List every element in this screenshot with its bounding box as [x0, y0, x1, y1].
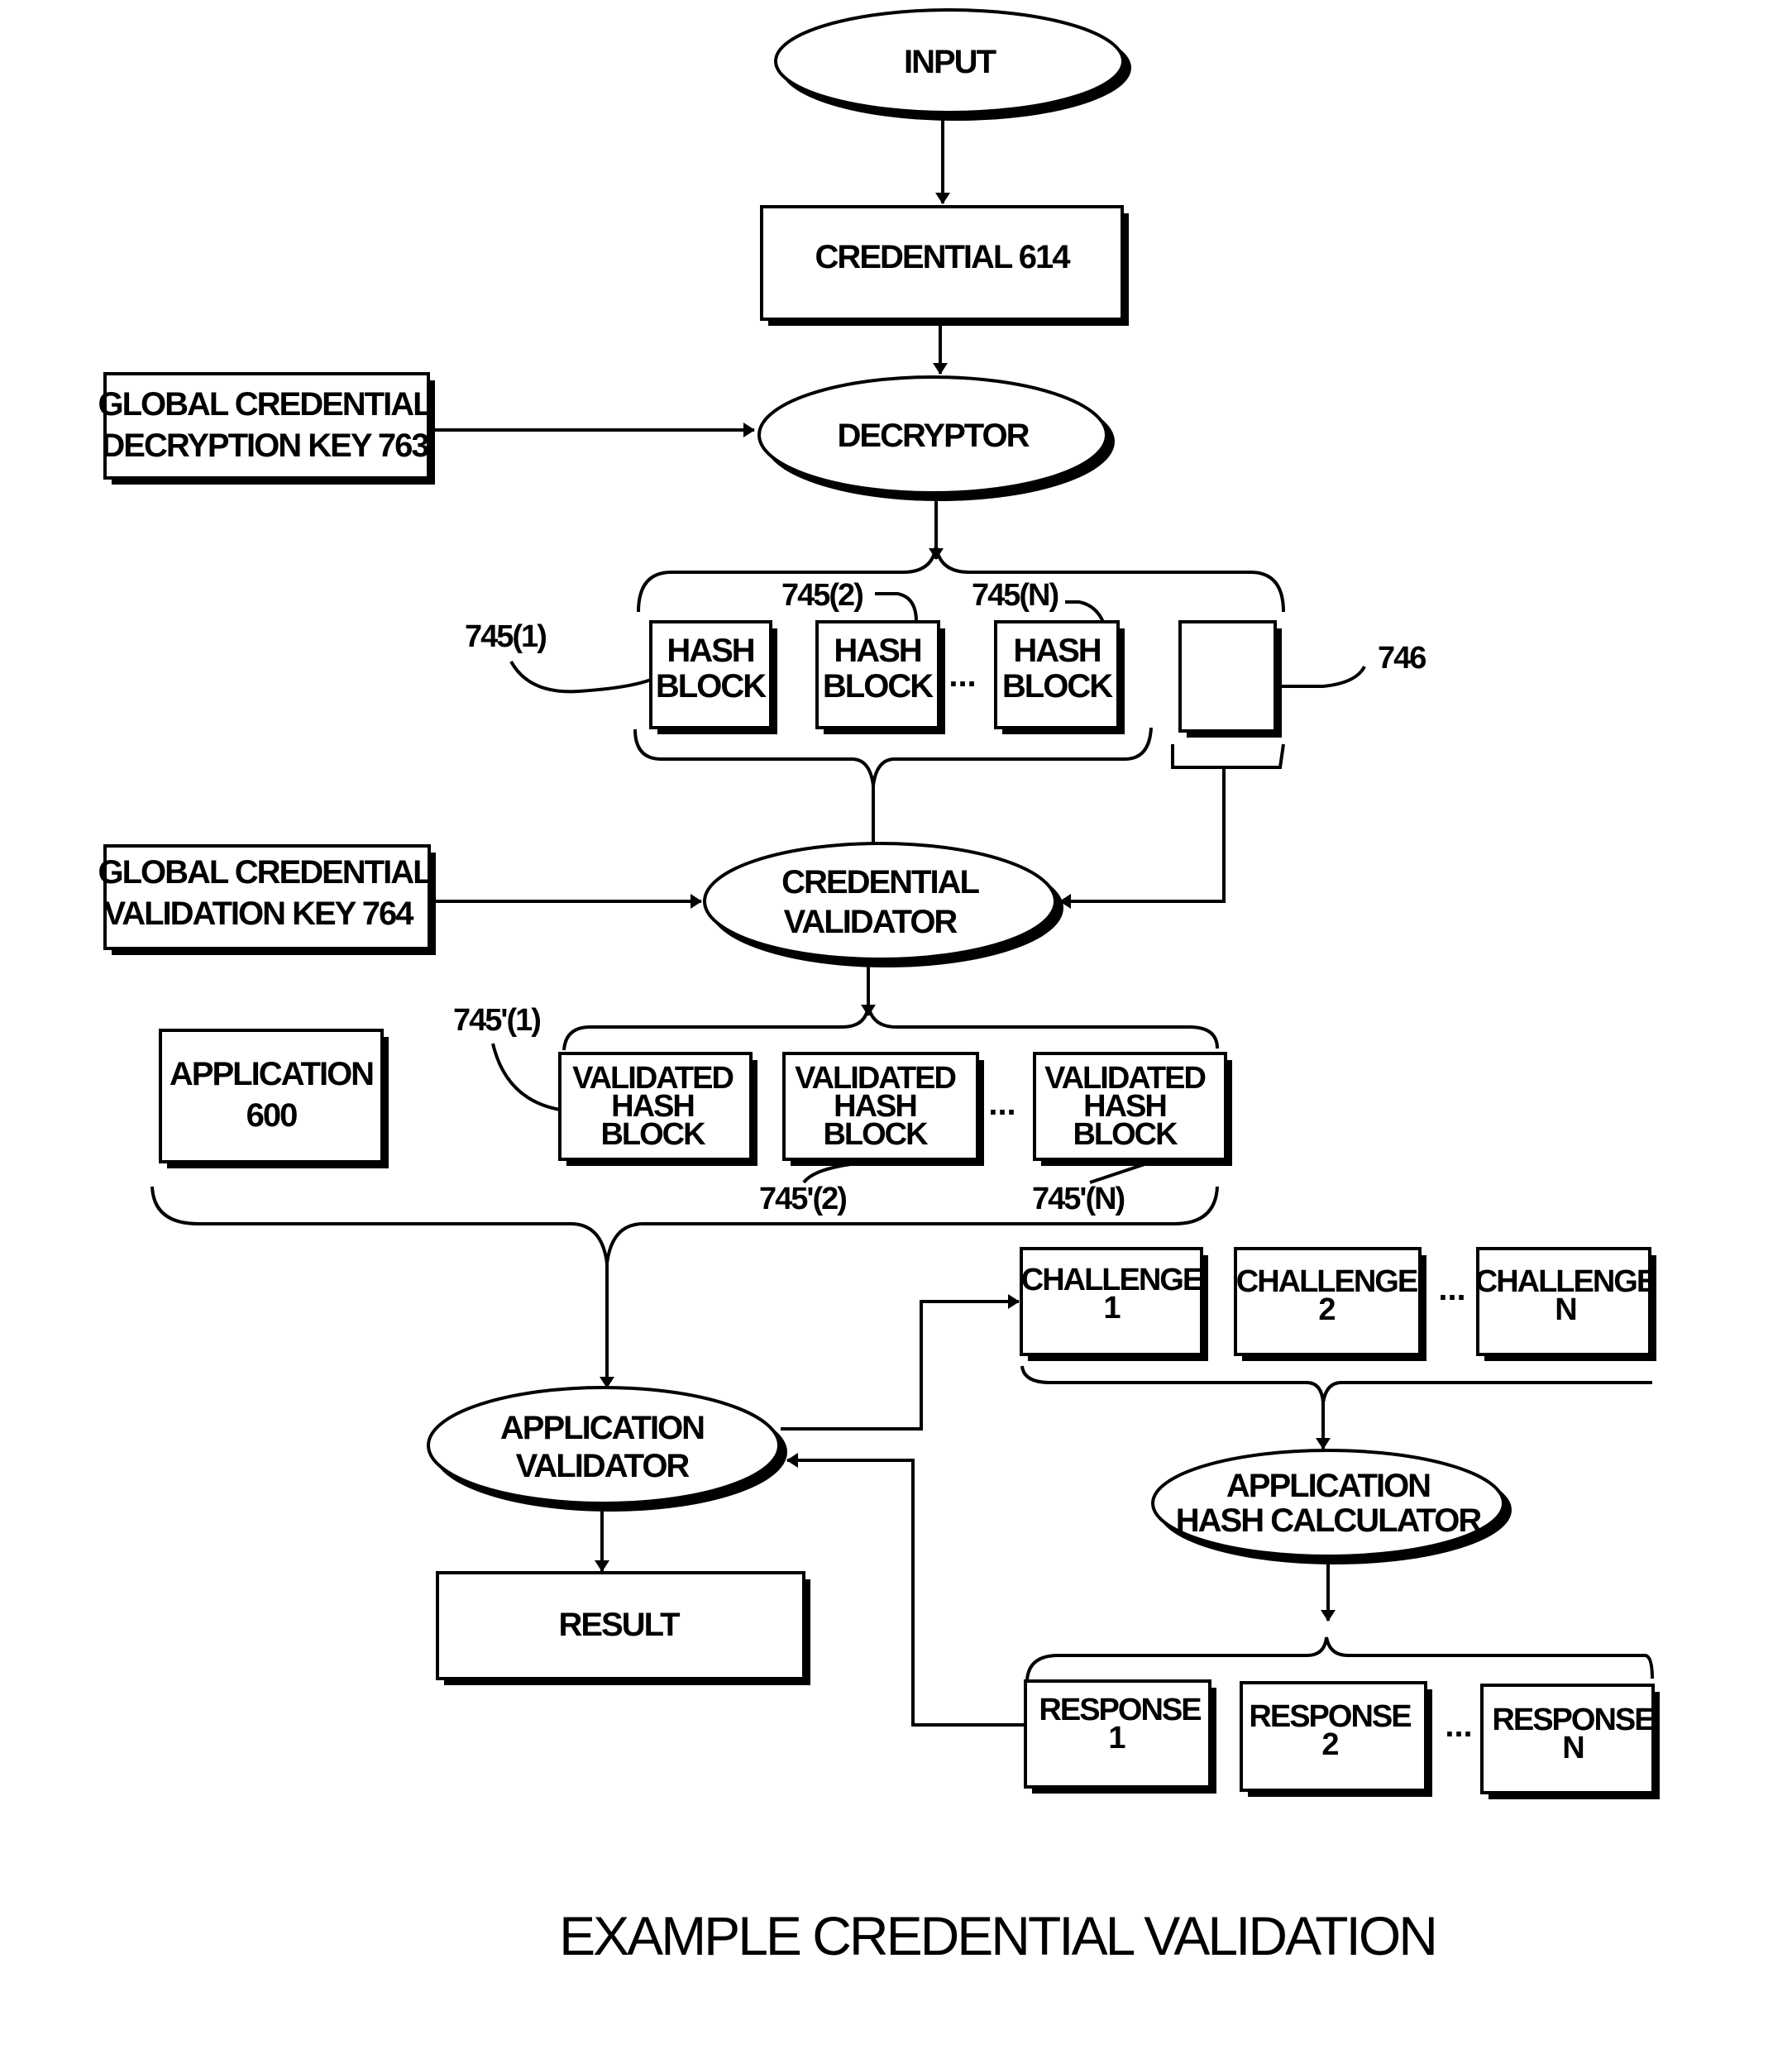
hash-block-n: HASH BLOCK	[994, 620, 1125, 734]
application-validator-line2: VALIDATOR	[516, 1448, 691, 1484]
leader-745-1	[509, 661, 652, 694]
leader-745-2	[875, 592, 918, 623]
credential-node: CREDENTIAL 614	[760, 205, 1129, 326]
validated-hash-block-n: VALIDATED HASH BLOCK	[1033, 1052, 1232, 1166]
challenge-n-line2: N	[1555, 1292, 1575, 1327]
challenge-2: CHALLENGE 2	[1234, 1247, 1426, 1361]
application-line1: APPLICATION	[170, 1056, 373, 1092]
arrow-response-to-app-validator	[786, 1453, 1025, 1727]
application-600-node: APPLICATION 600	[159, 1029, 389, 1168]
application-line2: 600	[246, 1097, 297, 1134]
ref-745-1: 745(1)	[465, 619, 546, 654]
leader-745p-1	[491, 1043, 561, 1111]
brace-hash-blocks	[633, 727, 1153, 786]
hash-block-2-line1: HASH	[834, 633, 920, 669]
brace-challenges	[1020, 1365, 1652, 1403]
result-label: RESULT	[558, 1607, 680, 1643]
ref-745-2: 745(2)	[781, 578, 863, 613]
figure-title: EXAMPLE CREDENTIAL VALIDATION	[559, 1905, 1436, 1966]
signature-block-746	[1178, 620, 1282, 738]
ref-745p-1: 745'(1)	[453, 1003, 540, 1038]
hash-calculator-line2: HASH CALCULATOR	[1176, 1502, 1483, 1539]
application-validator-line1: APPLICATION	[500, 1410, 704, 1446]
hash-calculator-line1: APPLICATION	[1226, 1468, 1430, 1504]
challenge-n: CHALLENGE N	[1475, 1247, 1658, 1361]
response-2-line2: 2	[1321, 1727, 1338, 1762]
leader-745-n	[1065, 600, 1105, 623]
hash-block-1-line1: HASH	[667, 633, 753, 669]
challenge-1: CHALLENGE 1	[1020, 1247, 1208, 1361]
decryptor-node: DECRYPTOR	[757, 375, 1115, 501]
hash-block-n-line1: HASH	[1013, 633, 1100, 669]
leader-746	[1277, 665, 1366, 688]
response-n-line2: N	[1562, 1731, 1583, 1765]
validated-hash-block-1: VALIDATED HASH BLOCK	[558, 1052, 757, 1166]
hash-block-2: HASH BLOCK	[815, 620, 945, 734]
application-hash-calculator-node: APPLICATION HASH CALCULATOR	[1151, 1449, 1512, 1564]
application-validator-node: APPLICATION VALIDATOR	[427, 1386, 787, 1512]
response-n: RESPONSE N	[1480, 1684, 1660, 1799]
response-2: RESPONSE 2	[1240, 1681, 1432, 1797]
validated-2-line3: BLOCK	[823, 1117, 929, 1152]
challenge-1-line2: 1	[1103, 1291, 1121, 1326]
brace-decrypted-blocks	[637, 545, 1285, 613]
credential-label: CREDENTIAL 614	[815, 239, 1072, 275]
validated-1-line3: BLOCK	[600, 1117, 706, 1152]
brace-responses	[1025, 1636, 1654, 1681]
brace-signature-block	[1171, 743, 1285, 769]
arrow-signature-to-validator	[1059, 767, 1226, 909]
hash-blocks-ellipsis: ...	[949, 657, 976, 694]
arrow-app-validator-to-challenge	[781, 1294, 1020, 1431]
ref-746: 746	[1378, 641, 1426, 676]
validation-key-line2: VALIDATION KEY 764	[104, 896, 415, 932]
validated-blocks-ellipsis: ...	[988, 1086, 1015, 1122]
challenges-ellipsis: ...	[1438, 1271, 1465, 1307]
hash-block-1-line2: BLOCK	[656, 668, 767, 705]
input-node: INPUT	[774, 8, 1131, 121]
hash-block-2-line2: BLOCK	[823, 668, 934, 705]
result-node: RESULT	[436, 1571, 810, 1685]
credential-validator-node: CREDENTIAL VALIDATOR	[703, 842, 1063, 967]
input-label: INPUT	[904, 44, 996, 80]
hash-block-n-line2: BLOCK	[1002, 668, 1113, 705]
validated-hash-block-2: VALIDATED HASH BLOCK	[782, 1052, 984, 1166]
decryption-key-line1: GLOBAL CREDENTIAL	[98, 386, 432, 423]
hash-block-1: HASH BLOCK	[649, 620, 777, 734]
ref-745p-n: 745'(N)	[1032, 1182, 1125, 1216]
credential-validator-line1: CREDENTIAL	[781, 864, 979, 900]
credential-validator-line2: VALIDATOR	[784, 904, 958, 940]
ref-745p-2: 745'(2)	[759, 1182, 846, 1216]
global-validation-key-node: GLOBAL CREDENTIAL VALIDATION KEY 764	[98, 844, 436, 955]
challenge-2-line2: 2	[1318, 1292, 1335, 1327]
validated-n-line3: BLOCK	[1073, 1117, 1178, 1152]
credential-validation-diagram: INPUT CREDENTIAL 614 GLOBAL CREDENTIAL D…	[98, 8, 1660, 1966]
response-1: RESPONSE 1	[1024, 1679, 1216, 1794]
ref-745-n: 745(N)	[972, 578, 1058, 613]
validation-key-line1: GLOBAL CREDENTIAL	[98, 854, 432, 891]
global-decryption-key-node: GLOBAL CREDENTIAL DECRYPTION KEY 763	[98, 372, 435, 485]
brace-validated-blocks	[562, 1004, 1219, 1051]
response-1-line2: 1	[1108, 1721, 1125, 1755]
responses-ellipsis: ...	[1445, 1708, 1472, 1744]
decryptor-label: DECRYPTOR	[838, 418, 1030, 454]
decryption-key-line2: DECRYPTION KEY 763	[101, 428, 428, 464]
